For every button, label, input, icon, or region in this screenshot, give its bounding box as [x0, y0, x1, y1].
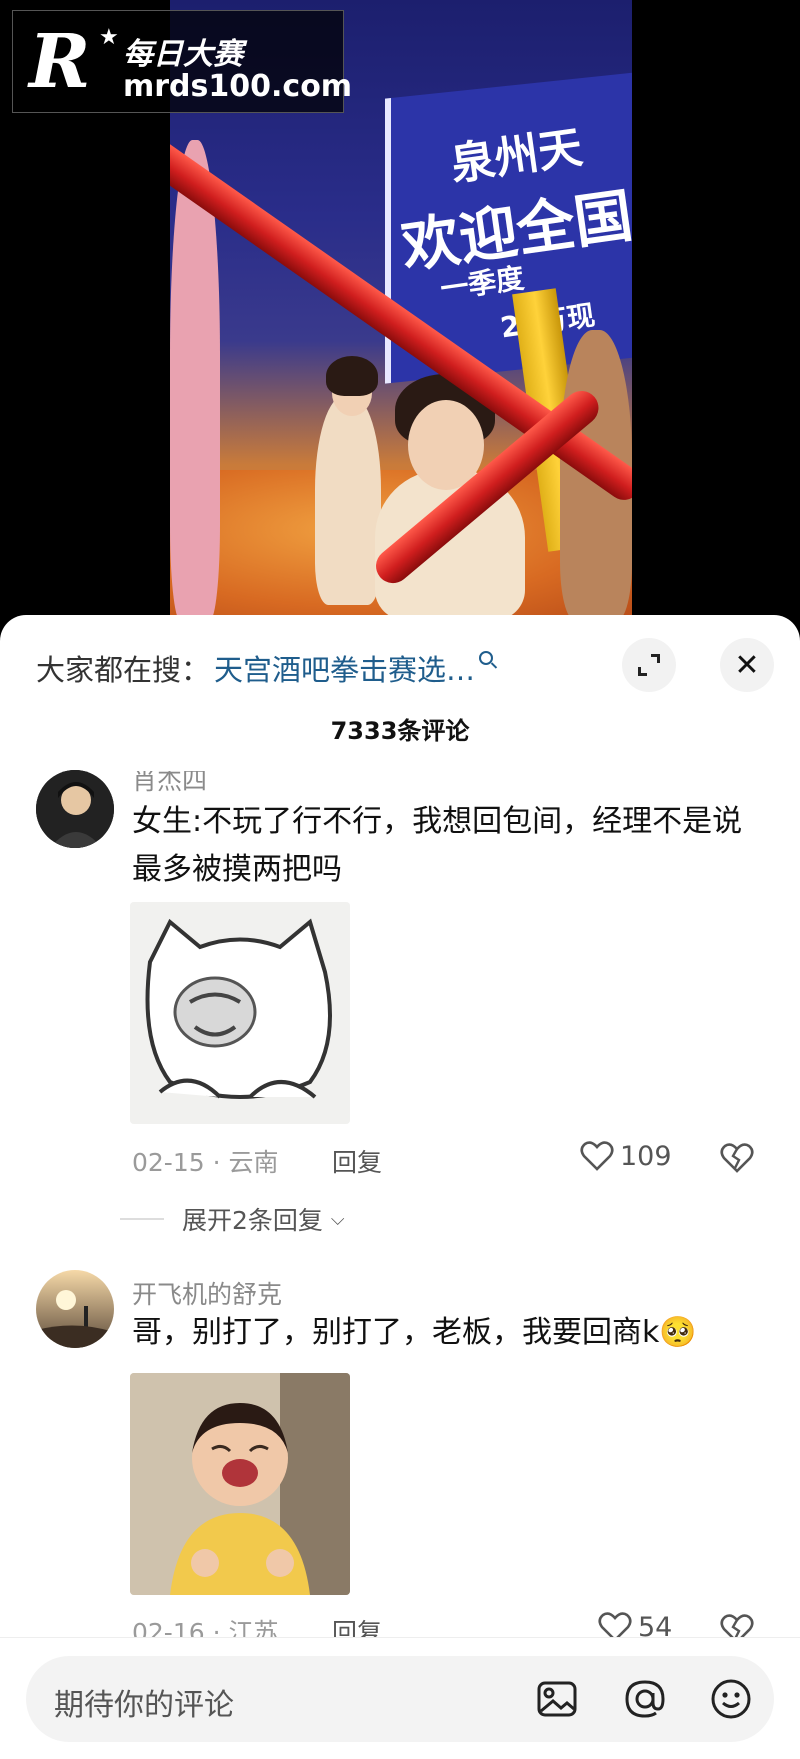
image-icon — [537, 1681, 577, 1717]
close-icon: ✕ — [734, 647, 760, 683]
reply-button[interactable]: 回复 — [332, 1143, 382, 1179]
image-button[interactable] — [532, 1674, 582, 1724]
avatar[interactable] — [36, 770, 114, 848]
comment-count: 7333条评论 — [330, 717, 470, 745]
close-button[interactable]: ✕ — [720, 638, 774, 692]
like-count: 109 — [620, 1140, 672, 1172]
divider — [120, 1218, 164, 1220]
search-suggestion-link[interactable]: 天宫酒吧拳击赛选… — [214, 647, 475, 689]
search-prefix: 大家都在搜： — [36, 653, 211, 687]
comment-location: 云南 — [228, 1148, 279, 1177]
person-background — [315, 395, 381, 605]
expand-icon — [638, 654, 660, 676]
chevron-down-icon: ⌵ — [330, 1208, 345, 1230]
heart-icon — [580, 1141, 614, 1171]
comment-input[interactable]: 期待你的评论 — [26, 1656, 774, 1742]
comment-text-body: 哥，别打了，别打了，老板，我要回商k — [132, 1315, 660, 1350]
comment-username[interactable]: 开飞机的舒克 — [132, 1275, 282, 1311]
star-icon: ★ — [99, 25, 119, 50]
mention-button[interactable] — [620, 1674, 670, 1724]
comment-date: 02-15 — [132, 1148, 205, 1177]
broken-heart-icon — [720, 1143, 754, 1173]
comment-username[interactable]: 肖杰四 — [132, 771, 207, 797]
expand-replies-label: 展开2条回复 — [182, 1206, 323, 1235]
dislike-button[interactable] — [720, 1142, 754, 1178]
like-button[interactable]: 109 — [580, 1140, 672, 1172]
at-icon — [625, 1680, 665, 1718]
emoji-icon — [711, 1679, 751, 1719]
pleading-emoji: 🥺 — [659, 1315, 697, 1350]
search-icon — [479, 651, 494, 665]
emoji-button[interactable] — [706, 1674, 756, 1724]
comment-text: 哥，别打了，别打了，老板，我要回商k🥺 — [132, 1309, 772, 1357]
comment-text: 女生:不玩了行不行，我想回包间，经理不是说最多被摸两把吗 — [132, 804, 743, 887]
video-player[interactable]: 泉州天 欢迎全国网 一季度 20万现 R ★ 每日大赛 mrds100.com — [0, 0, 800, 620]
expand-button[interactable] — [622, 638, 676, 692]
watermark-title: 每日大赛 — [123, 37, 243, 72]
search-suggestion[interactable]: 大家都在搜： 天宫酒吧拳击赛选… — [36, 643, 494, 693]
comment-sticker-image[interactable] — [130, 902, 350, 1124]
comment-sheet: 大家都在搜： 天宫酒吧拳击赛选… ✕ 7333条评论 肖杰四 女生:不玩了行不行… — [0, 615, 800, 1759]
watermark-url: mrds100.com — [123, 69, 353, 104]
expand-replies-button[interactable]: 展开2条回复 ⌵ — [120, 1201, 345, 1237]
person-background-hair — [326, 356, 378, 396]
comment-input-placeholder: 期待你的评论 — [54, 1688, 234, 1723]
comment-sticker-image[interactable] — [130, 1373, 350, 1595]
site-watermark: R ★ 每日大赛 mrds100.com — [12, 10, 352, 113]
meta-separator: · — [212, 1148, 229, 1177]
comment-input-bar: 期待你的评论 — [0, 1637, 800, 1759]
watermark-logo: R — [29, 19, 91, 105]
comment-meta: 02-15 · 云南 — [132, 1143, 279, 1179]
avatar[interactable] — [36, 1270, 114, 1348]
